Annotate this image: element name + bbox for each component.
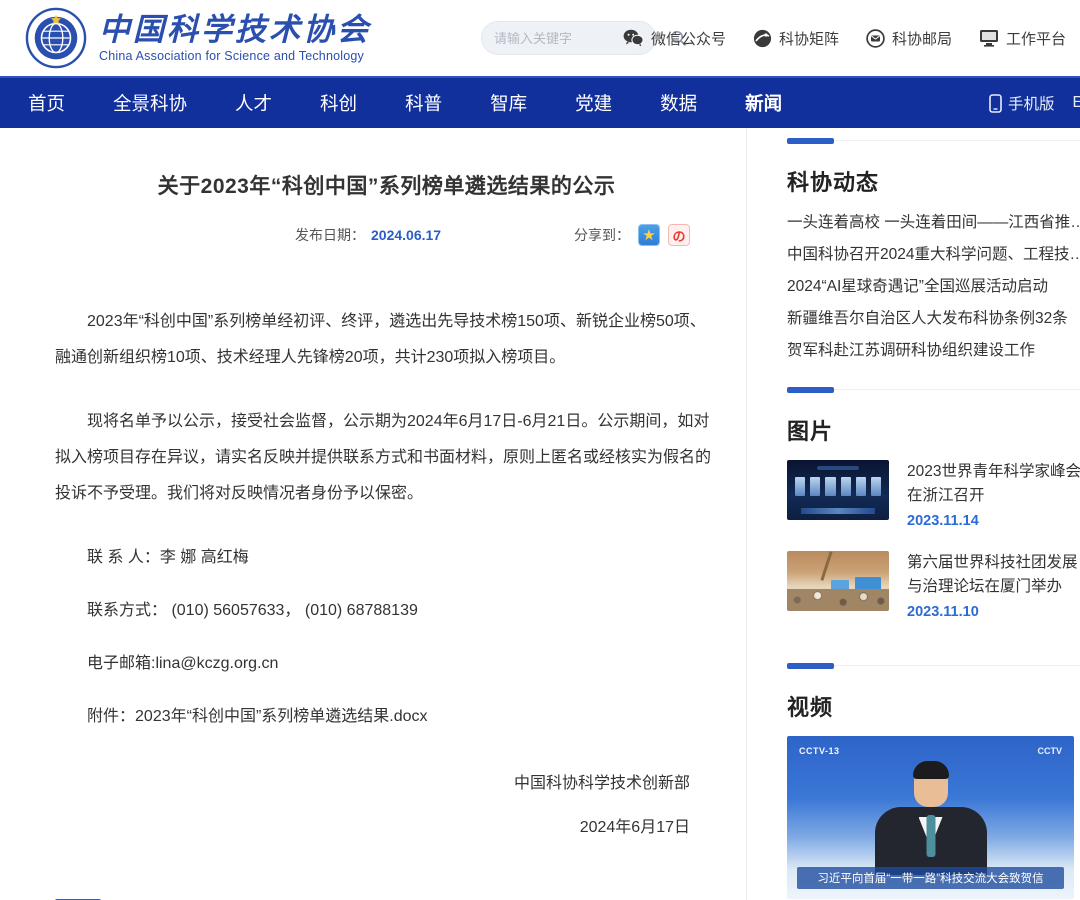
article-body: 2023年“科创中国”系列榜单经初评、终评，遴选出先导技术榜150项、新锐企业榜… [55, 304, 718, 512]
stage-light [817, 466, 859, 470]
video-thumbnail[interactable]: CCTV-13 CCTV 习近平向首届“一带一路”科技交流大会致贺信 [787, 736, 1074, 899]
contact-email-line: 电子邮箱:lina@kczg.org.cn [55, 646, 718, 682]
nav-items: 首页 全景科协 人才 科创 科普 智库 党建 数据 新闻 [0, 78, 1080, 128]
nav-item-popsci[interactable]: 科普 [405, 90, 442, 116]
publish-date-row: 发布日期： 2024.06.17 [295, 225, 441, 245]
nav-item-innovation[interactable]: 科创 [320, 90, 357, 116]
photo-thumbnail-hall[interactable] [787, 551, 889, 611]
nav-item-news[interactable]: 新闻 [745, 90, 782, 116]
photo-info: 第六届世界科技社团发展与治理论坛在厦门举办 2023.11.10 [907, 551, 1080, 620]
photo-thumbnail-stage[interactable] [787, 460, 889, 520]
workbench-icon [979, 29, 999, 47]
news-list-item[interactable]: 2024“AI星球奇遇记”全国巡展活动启动 [787, 271, 1080, 303]
header-quick-links: 微信公众号 科协矩阵 科协邮局 工作平台 [623, 0, 1066, 76]
news-list: 一头连着高校 一头连着田间——江西省推… 中国科协召开2024重大科学问题、工程… [787, 207, 1080, 367]
contact-person-line: 联 系 人：李 娜 高红梅 [55, 540, 718, 576]
hall-beam [820, 551, 832, 580]
mobile-version-link[interactable]: 手机版 [989, 92, 1055, 114]
phone-icon [989, 94, 1002, 113]
mobile-version-label: 手机版 [1008, 92, 1055, 114]
signature-date: 2024年6月17日 [55, 813, 718, 837]
article-title: 关于2023年“科创中国”系列榜单遴选结果的公示 [55, 170, 718, 200]
logo-text: 中国科学技术协会 China Association for Science a… [99, 13, 371, 63]
video-caption-overlay: 习近平向首届“一带一路”科技交流大会致贺信 [797, 867, 1064, 889]
nav-item-talent[interactable]: 人才 [235, 90, 272, 116]
mail-link-label: 科协邮局 [892, 28, 952, 49]
share-row: 分享到： ★ の [574, 224, 690, 246]
article-paragraph: 2023年“科创中国”系列榜单经初评、终评，遴选出先导技术榜150项、新锐企业榜… [55, 304, 718, 376]
nav-item-data[interactable]: 数据 [660, 90, 697, 116]
news-section-divider [787, 140, 1080, 141]
share-qzone-icon[interactable]: ★ [638, 224, 660, 246]
nav-item-thinktank[interactable]: 智库 [490, 90, 527, 116]
publish-date-value: 2024.06.17 [371, 227, 441, 243]
workbench-link-label: 工作平台 [1006, 28, 1066, 49]
hall-crowd [787, 589, 889, 611]
attachment-label: 附件： [87, 708, 135, 725]
news-list-item[interactable]: 新疆维吾尔自治区人大发布科协条例32条 [787, 303, 1080, 335]
mail-icon [866, 29, 885, 48]
video-section-divider [787, 665, 1080, 666]
main-area: 关于2023年“科创中国”系列榜单遴选结果的公示 发布日期： 2024.06.1… [0, 128, 1080, 900]
contact-phone-line: 联系方式： (010) 56057633， (010) 68788139 [55, 593, 718, 629]
photo-date: 2023.11.14 [907, 513, 1080, 529]
stage-screens [795, 477, 881, 496]
attachment-line: 附件：2023年“科创中国”系列榜单遴选结果.docx [55, 699, 718, 735]
publish-date-label: 发布日期： [295, 225, 365, 245]
photo-list-item[interactable]: 第六届世界科技社团发展与治理论坛在厦门举办 2023.11.10 [787, 551, 1080, 620]
photo-info: 2023世界青年科学家峰会在浙江召开 2023.11.14 [907, 460, 1080, 529]
matrix-icon [753, 29, 772, 48]
logo-title-en: China Association for Science and Techno… [99, 49, 371, 63]
wechat-link-label: 微信公众号 [651, 28, 726, 49]
sidebar: 科协动态 一头连着高校 一头连着田间——江西省推… 中国科协召开2024重大科学… [747, 128, 1080, 900]
main-nav: 首页 全景科协 人才 科创 科普 智库 党建 数据 新闻 手机版 EN [0, 76, 1080, 128]
news-section-heading: 科协动态 [787, 165, 1080, 197]
photo-title[interactable]: 第六届世界科技社团发展与治理论坛在厦门举办 [907, 551, 1080, 599]
nav-item-home[interactable]: 首页 [28, 90, 65, 116]
photos-section-heading: 图片 [787, 414, 1080, 446]
anchor-hair [913, 761, 949, 779]
video-section-heading: 视频 [787, 690, 1080, 722]
photos-section-divider [787, 389, 1080, 390]
matrix-link[interactable]: 科协矩阵 [753, 28, 839, 49]
wechat-link[interactable]: 微信公众号 [623, 28, 726, 49]
photo-date: 2023.11.10 [907, 604, 1080, 620]
cast-emblem-icon [25, 7, 87, 69]
share-weibo-icon[interactable]: の [668, 224, 690, 246]
article-column: 关于2023年“科创中国”系列榜单遴选结果的公示 发布日期： 2024.06.1… [0, 128, 747, 900]
news-list-item[interactable]: 中国科协召开2024重大科学问题、工程技… [787, 239, 1080, 271]
photo-list-item[interactable]: 2023世界青年科学家峰会在浙江召开 2023.11.14 [787, 460, 1080, 529]
logo-title-zh: 中国科学技术协会 [99, 13, 371, 47]
nav-item-panorama[interactable]: 全景科协 [113, 90, 187, 116]
matrix-link-label: 科协矩阵 [779, 28, 839, 49]
cctv-badge: CCTV [1038, 746, 1063, 756]
article-meta: 发布日期： 2024.06.17 分享到： ★ の [55, 224, 718, 246]
signature-org: 中国科协科学技术创新部 [55, 769, 718, 793]
anchor-tie [926, 815, 935, 857]
article-paragraph: 现将名单予以公示，接受社会监督，公示期为2024年6月17日-6月21日。公示期… [55, 404, 718, 512]
wechat-icon [623, 29, 644, 47]
cctv13-badge: CCTV-13 [799, 746, 840, 756]
mail-link[interactable]: 科协邮局 [866, 28, 952, 49]
photo-title[interactable]: 2023世界青年科学家峰会在浙江召开 [907, 460, 1080, 508]
spacer [787, 367, 1080, 389]
stage-strip [801, 508, 875, 514]
nav-right: 手机版 EN [989, 78, 1080, 128]
share-label: 分享到： [574, 225, 630, 245]
nav-item-party[interactable]: 党建 [575, 90, 612, 116]
workbench-link[interactable]: 工作平台 [979, 28, 1066, 49]
news-anchor-figure [871, 765, 991, 875]
language-toggle[interactable]: EN [1072, 94, 1080, 112]
attachment-file-link[interactable]: 2023年“科创中国”系列榜单遴选结果.docx [135, 708, 428, 725]
site-logo[interactable]: 中国科学技术协会 China Association for Science a… [25, 7, 371, 69]
news-list-item[interactable]: 一头连着高校 一头连着田间——江西省推… [787, 207, 1080, 239]
news-list-item[interactable]: 贺军科赴江苏调研科协组织建设工作 [787, 335, 1080, 367]
site-header: 中国科学技术协会 China Association for Science a… [0, 0, 1080, 76]
